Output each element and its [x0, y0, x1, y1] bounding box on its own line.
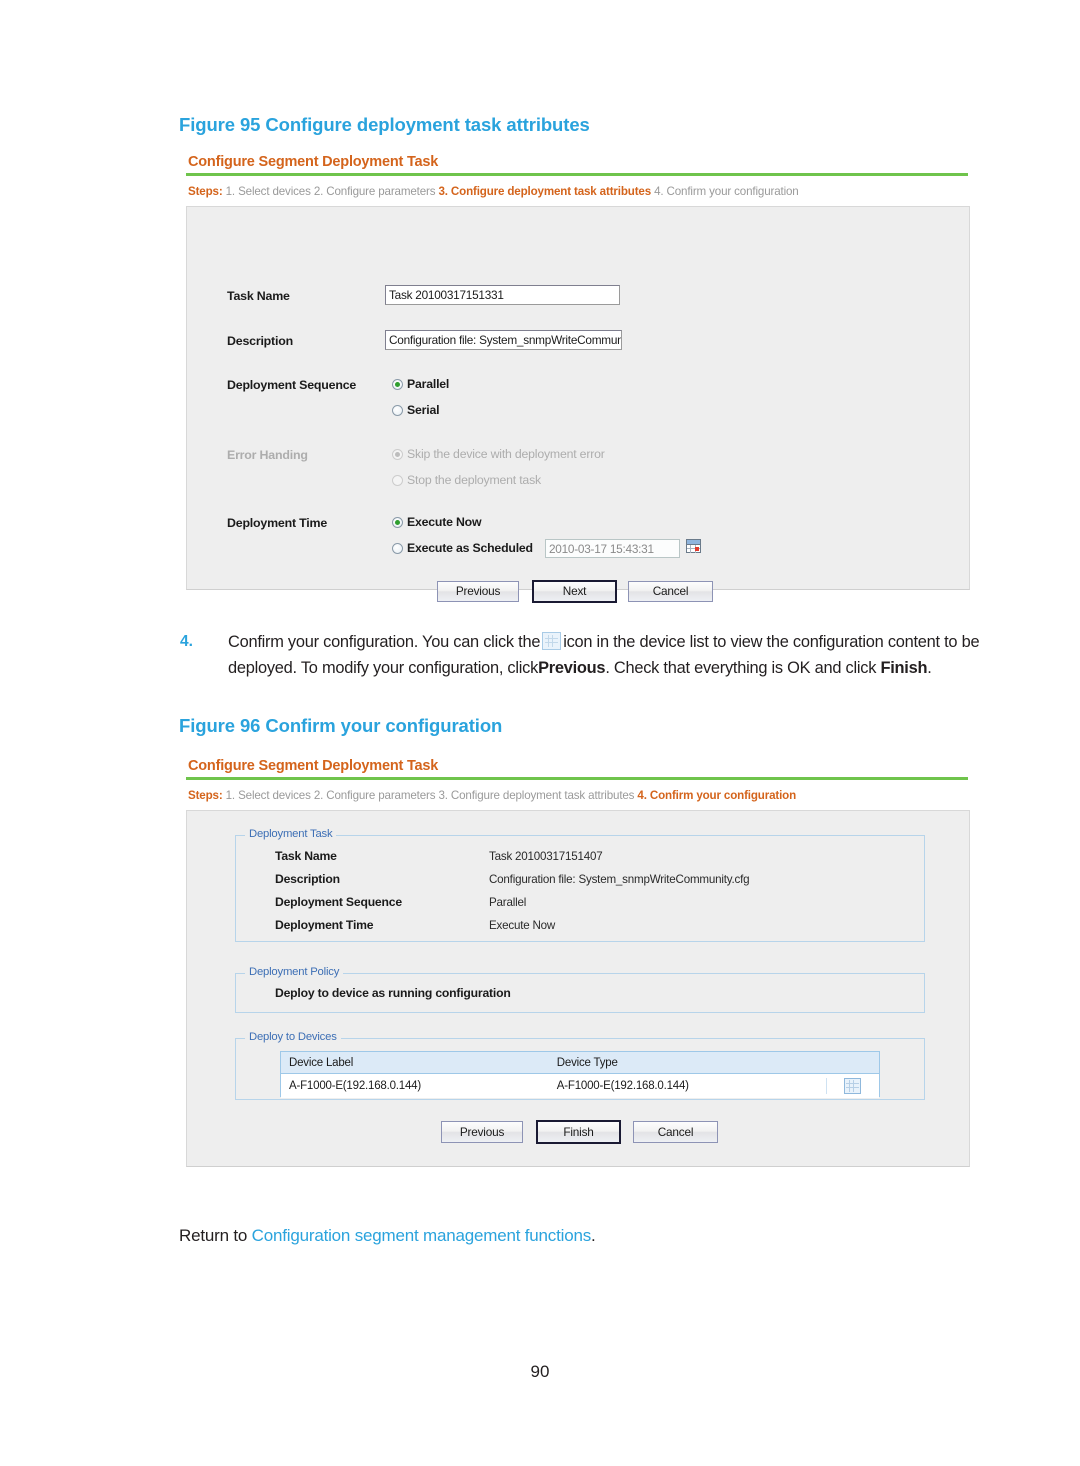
fig96-summary-panel: Deployment Task Task Name Task 201003171… — [186, 810, 970, 1167]
fig95-form-panel: Task Name Task 20100317151331 Descriptio… — [186, 206, 970, 603]
figure-95-caption: Figure 95 Configure deployment task attr… — [179, 114, 590, 135]
radio-serial-icon[interactable] — [392, 404, 403, 416]
fig95-steps-label: Steps: — [188, 185, 223, 198]
figure-95-screenshot: Configure Segment Deployment Task Steps:… — [186, 154, 970, 603]
deploy-to-devices-legend: Deploy to Devices — [245, 1031, 341, 1043]
step-4-line3b: . — [927, 658, 932, 677]
deployment-policy-legend: Deployment Policy — [245, 966, 344, 978]
device-table: Device Label Device Type A-F1000-E(192.1… — [280, 1051, 880, 1098]
deployment-policy-text: Deploy to device as running configuratio… — [275, 986, 511, 1000]
device-action-cell[interactable] — [825, 1078, 880, 1094]
radio-stop-task-icon — [392, 474, 403, 486]
step-4-line2b: . Check that everything is OK — [605, 658, 811, 677]
deployment-time-label: Deployment Time — [227, 516, 328, 530]
fig96-step-2[interactable]: 2. Configure parameters — [314, 789, 436, 802]
device-type-cell: A-F1000-E(192.168.0.144) — [556, 1080, 689, 1092]
summary-task-name-value: Task 20100317151407 — [489, 850, 603, 863]
radio-execute-now-icon[interactable] — [392, 516, 403, 528]
step-4-line1b: icon in the device list to view the conf… — [563, 633, 884, 651]
table-row[interactable]: A-F1000-E(192.168.0.144) A-F1000-E(192.1… — [281, 1074, 879, 1098]
fig96-finish-button[interactable]: Finish — [536, 1120, 621, 1144]
step-4-line3a: and click — [814, 658, 877, 677]
radio-execute-scheduled-icon[interactable] — [392, 542, 403, 554]
device-table-header-device-label: Device Label — [289, 1056, 354, 1069]
radio-execute-now-label: Execute Now — [407, 515, 482, 529]
fig95-next-button[interactable]: Next — [532, 580, 617, 603]
fig96-step-3[interactable]: 3. Configure deployment task attributes — [438, 789, 634, 802]
summary-deployment-time-value: Execute Now — [489, 919, 556, 932]
fig95-panel-title: Configure Segment Deployment Task — [188, 154, 439, 170]
fig96-step-4[interactable]: 4. Confirm your configuration — [637, 789, 796, 802]
deployment-policy-fieldset: Deployment Policy Deploy to device as ru… — [235, 966, 925, 1013]
fig95-step-2[interactable]: 2. Configure parameters — [314, 185, 436, 198]
return-to-line: Return to Configuration segment manageme… — [179, 1226, 596, 1246]
return-to-suffix: . — [591, 1226, 596, 1245]
summary-description-value: Configuration file: System_snmpWriteComm… — [489, 873, 750, 886]
deploy-to-devices-fieldset: Deploy to Devices Device Label Device Ty… — [235, 1031, 925, 1100]
step-4-finish-bold: Finish — [880, 658, 928, 677]
fig95-step-4[interactable]: 4. Confirm your configuration — [654, 185, 799, 198]
deployment-sequence-option-parallel[interactable]: Parallel — [392, 377, 449, 391]
task-name-input[interactable]: Task 20100317151331 — [385, 285, 620, 305]
fig96-step-1[interactable]: 1. Select devices — [226, 789, 311, 802]
configuration-segment-management-link[interactable]: Configuration segment management functio… — [252, 1226, 592, 1245]
radio-execute-scheduled-label: Execute as Scheduled — [407, 541, 533, 555]
device-table-header-row: Device Label Device Type — [281, 1052, 879, 1074]
calendar-icon[interactable] — [686, 539, 701, 553]
page-number: 90 — [530, 1362, 550, 1381]
fig95-step-3[interactable]: 3. Configure deployment task attributes — [438, 185, 651, 198]
device-table-header-device-type: Device Type — [556, 1056, 618, 1069]
fig96-steps-bar: Steps: 1. Select devices 2. Configure pa… — [186, 780, 968, 802]
deployment-task-legend: Deployment Task — [245, 828, 337, 840]
step-4-text: Confirm your configuration. You can clic… — [228, 630, 998, 681]
radio-serial-label: Serial — [407, 403, 440, 417]
summary-description-label: Description — [275, 872, 340, 886]
summary-deployment-sequence-value: Parallel — [489, 896, 527, 909]
fig96-previous-button[interactable]: Previous — [441, 1121, 523, 1143]
radio-skip-error-label: Skip the device with deployment error — [407, 447, 605, 461]
figure-96-screenshot: Configure Segment Deployment Task Steps:… — [186, 758, 970, 1167]
fig95-cancel-button[interactable]: Cancel — [628, 581, 713, 602]
deployment-time-option-scheduled[interactable]: Execute as Scheduled — [392, 541, 533, 555]
step-4-previous-bold: Previous — [538, 658, 606, 677]
radio-stop-task-label: Stop the deployment task — [407, 473, 541, 487]
document-page: Figure 95 Configure deployment task attr… — [0, 0, 1080, 1466]
description-label: Description — [227, 334, 293, 348]
device-label-cell: A-F1000-E(192.168.0.144) — [289, 1080, 422, 1092]
description-input[interactable]: Configuration file: System_snmpWriteComm… — [385, 330, 622, 350]
summary-task-name-label: Task Name — [275, 849, 337, 863]
task-name-label: Task Name — [227, 289, 290, 303]
radio-parallel-label: Parallel — [407, 377, 450, 391]
deployment-sequence-label: Deployment Sequence — [227, 378, 357, 392]
summary-deployment-time-label: Deployment Time — [275, 918, 374, 932]
calendar-icon-dot — [695, 547, 699, 551]
fig96-steps-label: Steps: — [188, 789, 223, 802]
step-4-number: 4. — [180, 633, 193, 650]
deployment-time-option-now[interactable]: Execute Now — [392, 515, 482, 529]
radio-parallel-icon[interactable] — [392, 378, 403, 390]
error-handling-option-skip: Skip the device with deployment error — [392, 447, 605, 461]
error-handling-option-stop: Stop the deployment task — [392, 473, 541, 487]
return-to-prefix: Return to — [179, 1226, 252, 1245]
config-content-icon[interactable] — [844, 1078, 862, 1094]
fig95-steps-bar: Steps: 1. Select devices 2. Configure pa… — [186, 176, 968, 198]
deployment-sequence-option-serial[interactable]: Serial — [392, 403, 440, 417]
fig95-step-1[interactable]: 1. Select devices — [226, 185, 311, 198]
fig96-panel-title: Configure Segment Deployment Task — [188, 758, 439, 774]
fig96-cancel-button[interactable]: Cancel — [633, 1121, 718, 1143]
figure-96-caption: Figure 96 Confirm your configuration — [179, 715, 503, 736]
fig95-previous-button[interactable]: Previous — [437, 581, 519, 602]
summary-deployment-sequence-label: Deployment Sequence — [275, 895, 402, 909]
config-content-icon — [542, 632, 562, 650]
deployment-task-fieldset: Deployment Task Task Name Task 201003171… — [235, 828, 925, 942]
radio-skip-error-icon — [392, 448, 403, 460]
error-handling-label: Error Handing — [227, 448, 308, 462]
scheduled-datetime-input[interactable]: 2010-03-17 15:43:31 — [545, 539, 680, 558]
step-4-line1a: Confirm your configuration. You can clic… — [228, 633, 541, 651]
